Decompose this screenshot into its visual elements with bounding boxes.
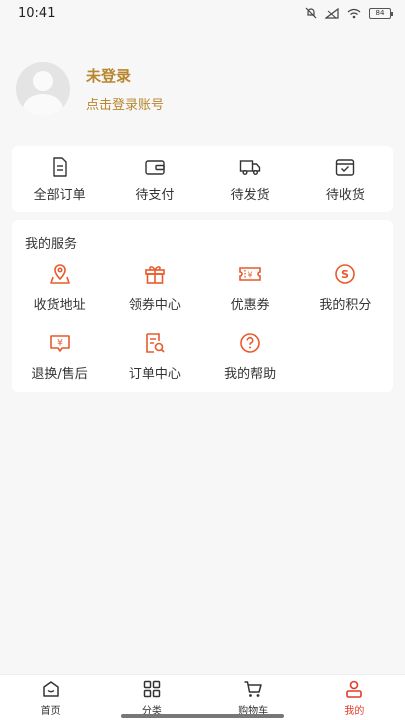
service-order-center-label: 订单中心 xyxy=(128,367,181,382)
help-icon xyxy=(240,333,260,353)
service-points[interactable]: S 我的积分 xyxy=(298,262,393,313)
order-pending-shipment[interactable]: 待发货 xyxy=(203,146,298,212)
truck-icon xyxy=(239,159,261,175)
tab-mine-label: 我的 xyxy=(344,705,365,717)
user-icon xyxy=(346,680,363,698)
document-icon xyxy=(52,156,67,177)
service-coupons[interactable]: ¥ 优惠券 xyxy=(203,262,298,313)
service-address-label: 收货地址 xyxy=(33,298,86,313)
service-help-label: 我的帮助 xyxy=(224,367,277,382)
location-icon xyxy=(49,264,70,284)
service-address[interactable]: 收货地址 xyxy=(12,262,107,313)
svg-text:S: S xyxy=(341,268,349,281)
tab-mine[interactable]: 我的 xyxy=(304,675,405,720)
svg-text:¥: ¥ xyxy=(248,271,253,280)
wallet-icon xyxy=(145,159,165,175)
status-icons: 84 xyxy=(305,7,393,19)
order-pending-receipt-label: 待收货 xyxy=(325,187,365,203)
order-search-icon xyxy=(146,333,165,353)
tab-home[interactable]: 首页 xyxy=(0,675,101,720)
avatar[interactable] xyxy=(16,62,70,116)
orders-card: 全部订单 待支付 待发货 待收货 xyxy=(12,146,393,212)
box-check-icon xyxy=(336,158,355,176)
order-all-label: 全部订单 xyxy=(33,187,86,203)
services-title: 我的服务 xyxy=(25,237,78,252)
order-pending-receipt[interactable]: 待收货 xyxy=(298,146,393,212)
service-points-label: 我的积分 xyxy=(319,298,372,313)
coupon-icon: ¥ xyxy=(239,267,261,281)
service-coupon-center[interactable]: 领券中心 xyxy=(107,262,202,313)
order-pending-payment[interactable]: 待支付 xyxy=(107,146,202,212)
wifi-icon xyxy=(347,8,361,18)
profile-header[interactable]: 未登录 点击登录账号 xyxy=(16,62,164,116)
service-refund[interactable]: ¥ 退换/售后 xyxy=(12,331,107,382)
gift-icon xyxy=(145,266,165,284)
services-card: 我的服务 收货地址 领券中心 ¥ 优惠券 S 我的积分 ¥ 退换/售后 订单中心… xyxy=(12,220,393,392)
service-refund-label: 退换/售后 xyxy=(31,367,88,382)
service-coupon-center-label: 领券中心 xyxy=(128,298,181,313)
signal-icon xyxy=(325,7,339,19)
status-time: 10:41 xyxy=(18,5,56,21)
profile-text: 未登录 点击登录账号 xyxy=(86,65,164,113)
refund-icon: ¥ xyxy=(49,335,70,352)
order-all[interactable]: 全部订单 xyxy=(12,146,107,212)
service-coupons-label: 优惠券 xyxy=(230,298,270,313)
svg-text:¥: ¥ xyxy=(57,339,63,349)
service-order-center[interactable]: 订单中心 xyxy=(107,331,202,382)
home-indicator[interactable] xyxy=(121,714,284,718)
home-icon xyxy=(42,680,59,697)
services-grid: 收货地址 领券中心 ¥ 优惠券 S 我的积分 ¥ 退换/售后 订单中心 我的帮助 xyxy=(12,262,393,382)
tab-home-label: 首页 xyxy=(40,705,61,717)
order-pending-payment-label: 待支付 xyxy=(135,187,175,203)
cart-icon xyxy=(244,680,262,697)
status-bar: 10:41 84 xyxy=(0,0,405,26)
order-pending-shipment-label: 待发货 xyxy=(230,187,270,203)
mute-icon xyxy=(305,7,317,19)
category-icon xyxy=(143,680,161,697)
profile-name[interactable]: 未登录 xyxy=(86,65,164,86)
service-help[interactable]: 我的帮助 xyxy=(203,331,298,382)
battery-icon: 84 xyxy=(369,7,393,19)
points-icon: S xyxy=(335,264,356,284)
login-hint[interactable]: 点击登录账号 xyxy=(86,94,164,113)
